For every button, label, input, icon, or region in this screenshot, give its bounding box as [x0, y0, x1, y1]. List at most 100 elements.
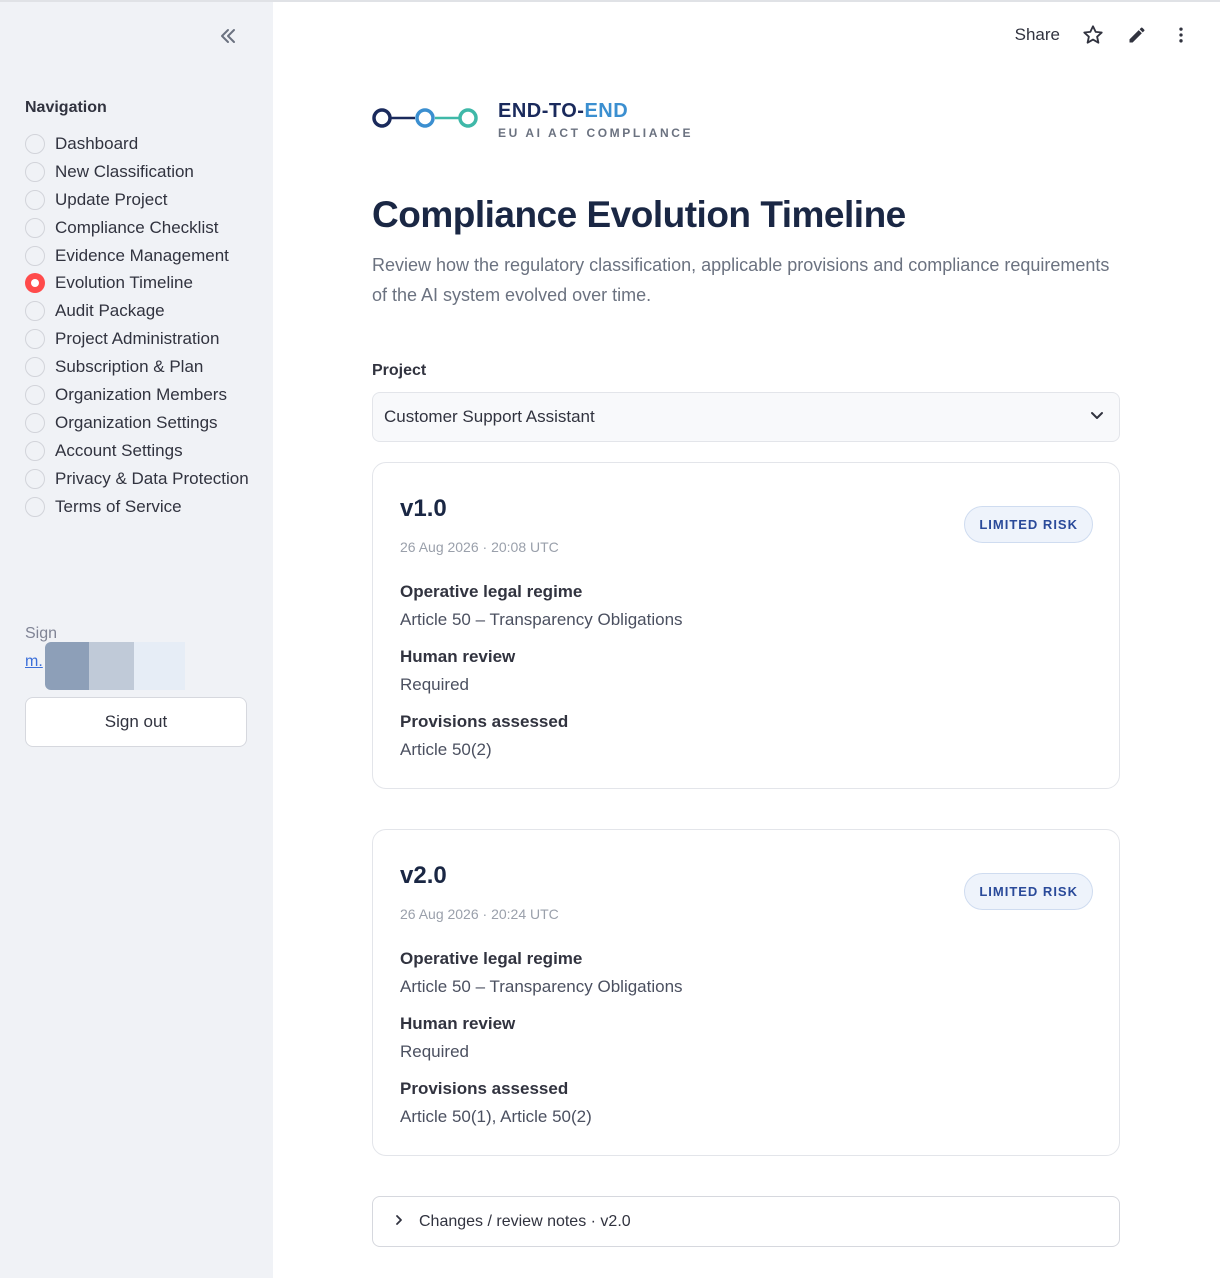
top-toolbar: Share	[1015, 24, 1192, 46]
field-label: Human review	[400, 647, 516, 666]
nav-item-label: Update Project	[55, 189, 168, 209]
collapse-sidebar-button[interactable]	[214, 24, 242, 52]
logo-title-part1: END-TO-	[498, 100, 585, 122]
nav-item-privacy-data-protection[interactable]: Privacy & Data Protection	[25, 465, 249, 493]
radio-button[interactable]	[25, 357, 45, 378]
field-legal-regime: Operative legal regime Article 50 – Tran…	[400, 582, 683, 630]
nav-item-label: Audit Package	[55, 301, 165, 321]
field-value: Required	[400, 675, 469, 694]
nav-item-label: Organization Members	[55, 384, 227, 404]
nav-item-label: Account Settings	[55, 440, 183, 460]
page-description: Review how the regulatory classification…	[372, 255, 1110, 305]
more-vertical-icon[interactable]	[1170, 24, 1192, 46]
nav-item-project-administration[interactable]: Project Administration	[25, 325, 249, 353]
field-value: Article 50(2)	[400, 740, 492, 759]
nav-item-label: Subscription & Plan	[55, 357, 204, 377]
logo-nodes-icon	[372, 106, 480, 135]
field-human-review: Human review Required	[400, 1014, 515, 1062]
radio-button[interactable]	[25, 301, 45, 322]
app-root: Navigation Dashboard New Classification …	[0, 0, 1220, 1278]
field-label: Operative legal regime	[400, 582, 583, 601]
nav-item-terms-of-service[interactable]: Terms of Service	[25, 493, 249, 521]
radio-button[interactable]	[25, 468, 45, 489]
sign-out-button[interactable]: Sign out	[25, 697, 247, 747]
radio-button[interactable]	[25, 189, 45, 210]
radio-button[interactable]	[25, 245, 45, 266]
nav-radio-group: Dashboard New Classification Update Proj…	[25, 130, 249, 520]
logo-subtitle: EU AI ACT COMPLIANCE	[498, 126, 694, 140]
nav-item-new-classification[interactable]: New Classification	[25, 158, 249, 186]
nav-item-label: Evolution Timeline	[55, 273, 193, 293]
chevron-right-icon	[393, 1213, 405, 1231]
user-email-link[interactable]: m.	[25, 653, 43, 671]
expander-label: Changes / review notes · v2.0	[419, 1212, 631, 1230]
review-notes-expander[interactable]: Changes / review notes · v2.0	[372, 1196, 1120, 1247]
star-icon[interactable]	[1082, 24, 1104, 46]
radio-button[interactable]	[25, 133, 45, 154]
share-button[interactable]: Share	[1015, 25, 1060, 45]
field-value: Article 50 – Transparency Obligations	[400, 610, 683, 629]
logo-text: END-TO-END EU AI ACT COMPLIANCE	[498, 100, 693, 140]
nav-item-label: New Classification	[55, 161, 194, 181]
field-legal-regime: Operative legal regime Article 50 – Tran…	[400, 949, 683, 997]
nav-item-audit-package[interactable]: Audit Package	[25, 297, 249, 325]
radio-button[interactable]	[25, 217, 45, 238]
nav-item-update-project[interactable]: Update Project	[25, 186, 249, 214]
nav-title: Navigation	[25, 99, 107, 116]
field-label: Provisions assessed	[400, 1079, 569, 1098]
nav-item-account-settings[interactable]: Account Settings	[25, 437, 249, 465]
nav-item-dashboard[interactable]: Dashboard	[25, 130, 249, 158]
radio-button[interactable]	[25, 496, 45, 517]
nav-item-label: Organization Settings	[55, 412, 218, 432]
risk-badge: LIMITED RISK	[964, 506, 1093, 543]
nav-item-compliance-checklist[interactable]: Compliance Checklist	[25, 214, 249, 242]
nav-item-label: Evidence Management	[55, 245, 229, 265]
field-value: Article 50(1), Article 50(2)	[400, 1107, 592, 1126]
nav-item-organization-members[interactable]: Organization Members	[25, 381, 249, 409]
pencil-icon[interactable]	[1126, 24, 1148, 46]
nav-item-label: Dashboard	[55, 133, 139, 153]
nav-item-evidence-management[interactable]: Evidence Management	[25, 242, 249, 270]
version-timestamp: 26 Aug 2026 · 20:08 UTC	[400, 539, 559, 555]
radio-button[interactable]	[25, 412, 45, 433]
field-value: Required	[400, 1042, 469, 1061]
nav-item-label: Compliance Checklist	[55, 217, 219, 237]
risk-badge: LIMITED RISK	[964, 873, 1093, 910]
field-label: Provisions assessed	[400, 712, 569, 731]
radio-button[interactable]	[25, 440, 45, 461]
nav-item-label: Project Administration	[55, 329, 220, 349]
field-provisions: Provisions assessed Article 50(2)	[400, 712, 568, 760]
version-card: v1.0 26 Aug 2026 · 20:08 UTC LIMITED RIS…	[372, 462, 1120, 789]
logo-title-part2: END	[584, 100, 629, 122]
radio-button[interactable]	[25, 384, 45, 405]
nav-item-label: Terms of Service	[55, 496, 182, 516]
radio-button[interactable]	[25, 161, 45, 182]
page-title: Compliance Evolution Timeline	[372, 194, 906, 235]
field-value: Article 50 – Transparency Obligations	[400, 977, 683, 996]
redaction-overlay	[45, 642, 185, 690]
field-label: Operative legal regime	[400, 949, 583, 968]
chevron-down-icon	[1089, 407, 1105, 428]
radio-button[interactable]	[25, 329, 45, 350]
version-label: v2.0	[400, 862, 447, 889]
field-provisions: Provisions assessed Article 50(1), Artic…	[400, 1079, 592, 1127]
version-card: v2.0 26 Aug 2026 · 20:24 UTC LIMITED RIS…	[372, 829, 1120, 1156]
radio-button-selected[interactable]	[25, 273, 45, 294]
version-timestamp: 26 Aug 2026 · 20:24 UTC	[400, 906, 559, 922]
signed-in-text: Sign	[25, 625, 58, 642]
logo-title: END-TO-END	[498, 100, 693, 123]
double-chevron-left-icon	[218, 26, 238, 51]
field-label: Human review	[400, 1014, 516, 1033]
project-select-label: Project	[372, 362, 427, 379]
project-select[interactable]: Customer Support Assistant	[372, 392, 1120, 442]
nav-item-evolution-timeline[interactable]: Evolution Timeline	[25, 269, 249, 297]
main-content: Share END-TO-END EU AI ACT COMPLIANCE Co…	[273, 0, 1220, 1278]
nav-item-label: Privacy & Data Protection	[55, 468, 249, 488]
project-select-value: Customer Support Assistant	[384, 407, 595, 426]
sidebar: Navigation Dashboard New Classification …	[0, 0, 273, 1278]
field-human-review: Human review Required	[400, 647, 515, 695]
nav-item-organization-settings[interactable]: Organization Settings	[25, 409, 249, 437]
app-logo: END-TO-END EU AI ACT COMPLIANCE	[372, 100, 693, 140]
version-label: v1.0	[400, 495, 447, 522]
nav-item-subscription-plan[interactable]: Subscription & Plan	[25, 353, 249, 381]
